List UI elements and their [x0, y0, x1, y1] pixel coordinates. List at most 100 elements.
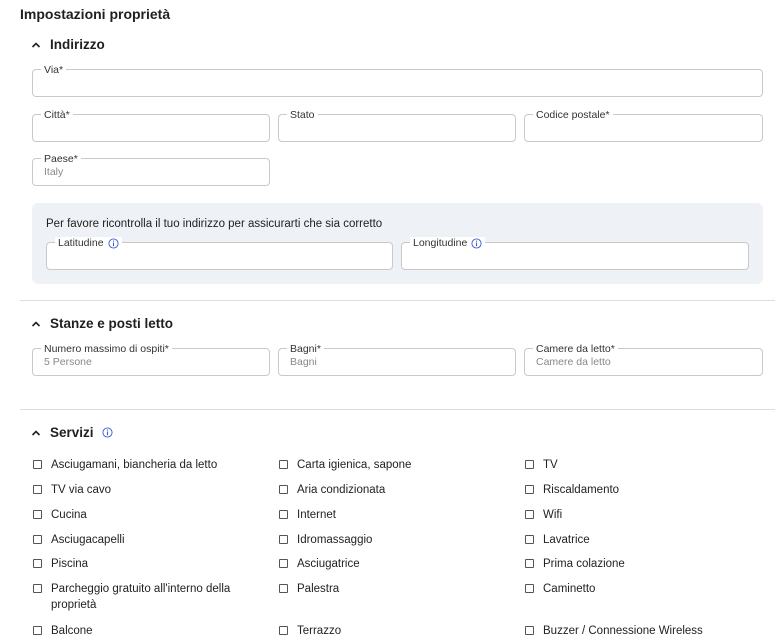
amenity-label: Carta igienica, sapone — [297, 459, 412, 471]
checkbox-icon[interactable] — [279, 584, 288, 593]
section-divider — [20, 409, 775, 410]
amenity-label: Aria condizionata — [297, 484, 386, 496]
amenity-label: Asciugamani, biancheria da letto — [51, 459, 218, 471]
city-input[interactable] — [33, 115, 269, 141]
postal-code-field[interactable]: Codice postale* — [524, 109, 763, 142]
checkbox-icon[interactable] — [33, 510, 42, 519]
info-icon[interactable] — [101, 427, 113, 438]
checkbox-icon[interactable] — [33, 584, 42, 593]
checkbox-icon[interactable] — [525, 626, 534, 635]
amenity-checkbox[interactable]: Parcheggio gratuito all'interno della pr… — [33, 581, 243, 613]
bathrooms-placeholder: Bagni — [290, 356, 317, 368]
amenity-checkbox[interactable]: Buzzer / Connessione Wireless — [525, 623, 765, 639]
max-guests-label: Numero massimo di ospiti* — [41, 343, 172, 355]
bathrooms-label: Bagni* — [287, 343, 324, 355]
amenity-checkbox[interactable]: Cucina — [33, 507, 243, 523]
bathrooms-field[interactable]: Bagni* Bagni — [278, 343, 516, 376]
address-verify-panel: Per favore ricontrolla il tuo indirizzo … — [32, 203, 763, 284]
amenity-label: TV — [543, 459, 558, 471]
checkbox-icon[interactable] — [525, 460, 534, 469]
section-header-rooms[interactable]: Stanze e posti letto — [30, 316, 173, 331]
address-verify-text: Per favore ricontrolla il tuo indirizzo … — [46, 218, 383, 230]
amenity-checkbox[interactable]: Asciugacapelli — [33, 532, 243, 548]
street-input[interactable] — [33, 70, 762, 96]
amenity-checkbox[interactable]: Piscina — [33, 556, 243, 572]
amenity-checkbox[interactable]: Caminetto — [525, 581, 765, 597]
latitude-field[interactable]: Latitudine — [46, 237, 393, 270]
amenity-label: Asciugatrice — [297, 558, 360, 570]
amenity-label: Palestra — [297, 583, 340, 595]
checkbox-icon[interactable] — [33, 535, 42, 544]
longitude-field[interactable]: Longitudine — [401, 237, 749, 270]
country-value: Italy — [44, 166, 64, 178]
amenity-checkbox[interactable]: Carta igienica, sapone — [279, 457, 499, 473]
amenity-checkbox[interactable]: TV — [525, 457, 765, 473]
checkbox-icon[interactable] — [279, 510, 288, 519]
max-guests-field[interactable]: Numero massimo di ospiti* 5 Persone — [32, 343, 270, 376]
amenity-checkbox[interactable]: Terrazzo — [279, 623, 499, 639]
state-input[interactable] — [279, 115, 515, 141]
amenity-label: Riscaldamento — [543, 484, 620, 496]
chevron-up-icon[interactable] — [30, 427, 42, 439]
amenity-label: Caminetto — [543, 583, 596, 595]
longitude-input[interactable] — [402, 243, 748, 269]
latitude-input[interactable] — [47, 243, 392, 269]
checkbox-icon[interactable] — [279, 460, 288, 469]
amenity-label: Balcone — [51, 625, 93, 637]
state-field[interactable]: Stato — [278, 109, 516, 142]
checkbox-icon[interactable] — [525, 510, 534, 519]
amenity-checkbox[interactable]: Aria condizionata — [279, 482, 499, 498]
amenity-label: Buzzer / Connessione Wireless — [543, 625, 703, 637]
amenity-checkbox[interactable]: Idromassaggio — [279, 532, 499, 548]
checkbox-icon[interactable] — [525, 559, 534, 568]
street-field[interactable]: Via* — [32, 64, 763, 97]
checkbox-icon[interactable] — [279, 559, 288, 568]
amenity-label: Parcheggio gratuito all'interno della pr… — [51, 583, 231, 611]
amenity-checkbox[interactable]: Asciugatrice — [279, 556, 499, 572]
checkbox-icon[interactable] — [33, 485, 42, 494]
city-field[interactable]: Città* — [32, 109, 270, 142]
postal-code-input[interactable] — [525, 115, 762, 141]
amenity-label: Lavatrice — [543, 534, 590, 546]
amenity-label: Prima colazione — [543, 558, 625, 570]
checkbox-icon[interactable] — [33, 626, 42, 635]
amenity-label: Piscina — [51, 558, 89, 570]
checkbox-icon[interactable] — [279, 535, 288, 544]
bedrooms-field[interactable]: Camere da letto* Camere da letto — [524, 343, 763, 376]
chevron-up-icon[interactable] — [30, 318, 42, 330]
amenity-label: Internet — [297, 509, 336, 521]
amenity-checkbox[interactable]: TV via cavo — [33, 482, 243, 498]
section-title-rooms: Stanze e posti letto — [50, 316, 174, 331]
amenity-checkbox[interactable]: Asciugamani, biancheria da letto — [33, 457, 243, 473]
amenity-label: Idromassaggio — [297, 534, 373, 546]
checkbox-icon[interactable] — [525, 485, 534, 494]
amenity-checkbox[interactable]: Internet — [279, 507, 499, 523]
bedrooms-label: Camere da letto* — [533, 343, 618, 355]
amenity-checkbox[interactable]: Balcone — [33, 623, 243, 639]
max-guests-value: 5 Persone — [44, 356, 92, 368]
amenity-checkbox[interactable]: Wifi — [525, 507, 765, 523]
page-title: Impostazioni proprietà — [20, 6, 171, 22]
checkbox-icon[interactable] — [33, 559, 42, 568]
checkbox-icon[interactable] — [525, 535, 534, 544]
section-title-services: Servizi — [50, 425, 94, 440]
checkbox-icon[interactable] — [279, 626, 288, 635]
checkbox-icon[interactable] — [33, 460, 42, 469]
amenity-checkbox[interactable]: Riscaldamento — [525, 482, 765, 498]
country-field[interactable]: Paese* Italy — [32, 153, 270, 186]
amenity-label: Terrazzo — [297, 625, 342, 637]
amenity-label: Asciugacapelli — [51, 534, 125, 546]
amenity-checkbox[interactable]: Palestra — [279, 581, 499, 597]
chevron-up-icon[interactable] — [30, 39, 42, 51]
section-title-address: Indirizzo — [50, 37, 105, 52]
checkbox-icon[interactable] — [525, 584, 534, 593]
amenity-checkbox[interactable]: Prima colazione — [525, 556, 765, 572]
section-header-services[interactable]: Servizi — [30, 425, 113, 440]
section-header-address[interactable]: Indirizzo — [30, 37, 105, 52]
checkbox-icon[interactable] — [279, 485, 288, 494]
section-divider — [20, 300, 775, 301]
amenity-label: Wifi — [543, 509, 563, 521]
amenity-label: TV via cavo — [51, 484, 112, 496]
country-label: Paese* — [41, 153, 81, 165]
amenity-checkbox[interactable]: Lavatrice — [525, 532, 765, 548]
